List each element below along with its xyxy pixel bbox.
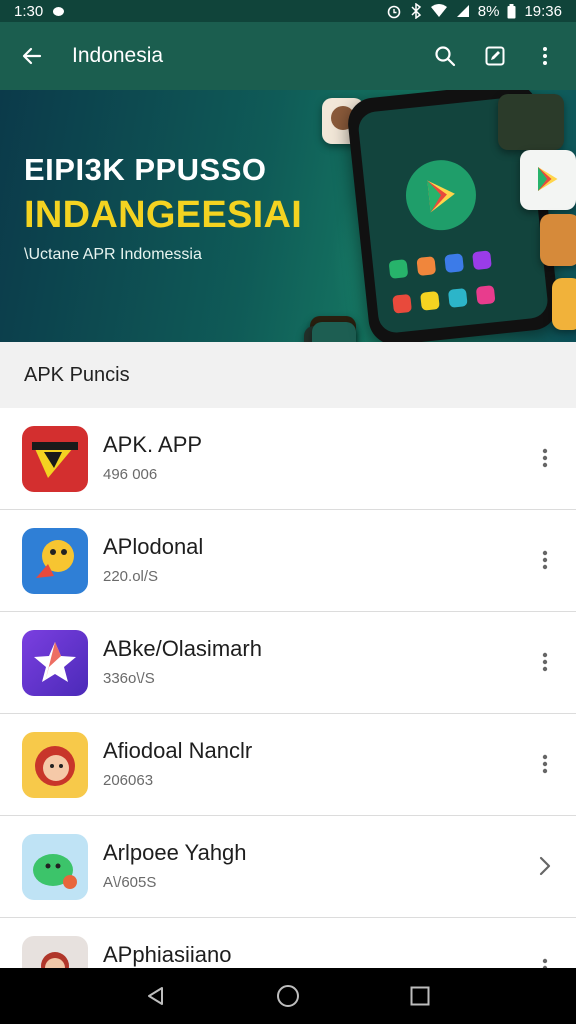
app-name: APphiasiiano (103, 942, 232, 967)
bluetooth-icon (411, 3, 421, 19)
banner-app-thumbnail (552, 278, 576, 330)
nav-back-button[interactable] (126, 968, 186, 1024)
alarm-icon (387, 5, 401, 19)
more-vertical-icon (542, 550, 548, 570)
app-name: ABke/Olasimarh (103, 636, 262, 661)
list-item[interactable]: APlodonal 220.ol/S (0, 510, 576, 612)
item-more-button[interactable] (528, 642, 562, 682)
search-icon (435, 46, 456, 67)
nav-recents-button[interactable] (390, 968, 450, 1024)
banner-app-thumbnail (498, 94, 564, 150)
edit-icon (485, 46, 505, 66)
chevron-right-icon (539, 856, 551, 876)
status-time-left: 1:30 (14, 2, 44, 20)
list-item[interactable]: APphiasiiano (0, 918, 576, 968)
app-size: 220.ol/S (103, 568, 159, 585)
more-vertical-icon (543, 47, 547, 65)
section-header: APK Puncis (0, 342, 576, 408)
edit-button[interactable] (470, 22, 520, 90)
page-title: Indonesia (72, 44, 164, 67)
app-name: Arlpoee Yahgh (103, 840, 247, 865)
banner-title: INDANGEESIAI (24, 194, 303, 236)
overflow-menu-button[interactable] (520, 22, 570, 90)
app-icon (22, 528, 88, 594)
app-list: APK. APP 496 006 APlodonal 220.ol/S ABke… (0, 408, 576, 968)
home-circle-icon (277, 985, 299, 1007)
list-item[interactable]: ABke/Olasimarh 336o\/S (0, 612, 576, 714)
app-bar: Indonesia (0, 22, 576, 90)
app-icon (22, 936, 88, 968)
play-store-icon (427, 180, 455, 213)
more-vertical-icon (542, 754, 548, 774)
battery-level: 8% (477, 2, 500, 20)
battery-icon (507, 3, 516, 18)
recents-square-icon (410, 986, 430, 1006)
app-name: Afiodoal Nanclr (103, 738, 253, 763)
more-vertical-icon (542, 652, 548, 672)
back-triangle-icon (148, 987, 163, 1005)
status-bar: 1:30 8% 19:36 (0, 0, 576, 22)
banner-app-thumbnail (520, 150, 576, 210)
app-icon (22, 426, 88, 492)
item-open-button[interactable] (528, 846, 562, 886)
nav-home-button[interactable] (258, 968, 318, 1024)
arrow-left-icon (22, 47, 42, 65)
banner-app-thumbnail (540, 214, 576, 266)
banner-app-thumbnail (312, 322, 356, 342)
app-name: APlodonal (103, 534, 204, 559)
more-vertical-icon (542, 958, 548, 968)
list-item[interactable]: Arlpoee Yahgh A\/605S (0, 816, 576, 918)
item-more-button[interactable] (528, 948, 562, 968)
app-icon (22, 834, 88, 900)
search-button[interactable] (420, 22, 470, 90)
wifi-icon (430, 4, 447, 17)
app-name: APK. APP (103, 432, 203, 457)
banner-headline: EIPI3K PPUSSO (24, 152, 267, 187)
item-more-button[interactable] (528, 438, 562, 478)
list-item[interactable]: APK. APP 496 006 (0, 408, 576, 510)
app-icon (22, 630, 88, 696)
item-more-button[interactable] (528, 540, 562, 580)
app-size: A\/605S (103, 874, 157, 891)
app-size: 206063 (103, 772, 154, 789)
status-time-right: 19:36 (524, 2, 562, 20)
item-more-button[interactable] (528, 744, 562, 784)
list-item[interactable]: Afiodoal Nanclr 206063 (0, 714, 576, 816)
system-nav-bar (0, 968, 576, 1024)
app-icon (22, 732, 88, 798)
signal-icon (456, 5, 469, 17)
app-size: 336o\/S (103, 670, 155, 687)
notification-icon (53, 6, 65, 16)
back-button[interactable] (0, 22, 64, 90)
app-size: 496 006 (103, 466, 158, 483)
more-vertical-icon (542, 448, 548, 468)
promo-banner[interactable]: EIPI3K PPUSSO INDANGEESIAI \Uctane APR I… (0, 90, 576, 342)
banner-subtitle: \Uctane APR Indomessia (24, 246, 202, 263)
